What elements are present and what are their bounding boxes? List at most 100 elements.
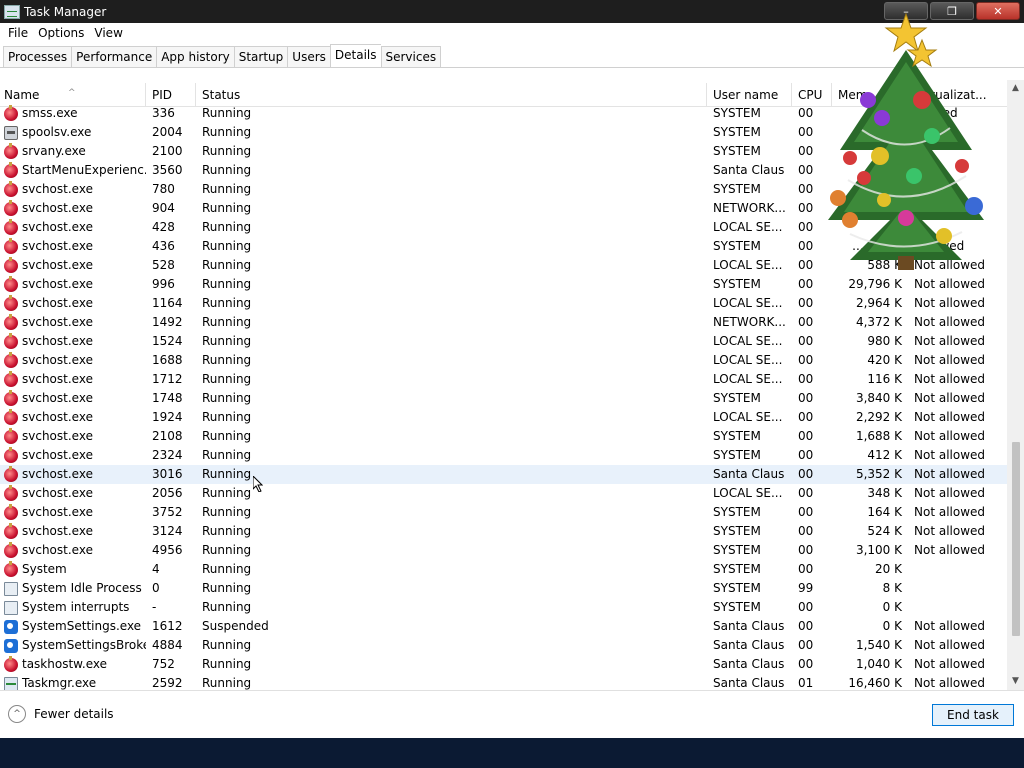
- cpu-cell: 00: [798, 410, 814, 424]
- process-name: System interrupts: [22, 600, 130, 614]
- memory-cell: 116 K: [867, 372, 902, 386]
- memory-cell: 16,460 K: [848, 676, 902, 690]
- status-cell: Running: [202, 543, 252, 557]
- scroll-thumb[interactable]: [1012, 442, 1020, 636]
- process-name: svchost.exe: [22, 372, 93, 386]
- app-icon: [4, 503, 18, 520]
- process-name-cell: svchost.exe: [0, 256, 146, 275]
- process-name: svchost.exe: [22, 220, 93, 234]
- tab-app-history[interactable]: App history: [156, 46, 234, 68]
- menu-file[interactable]: File: [3, 23, 33, 43]
- user-name-cell: Santa Claus: [713, 163, 785, 177]
- memory-cell: 8 K: [882, 581, 902, 595]
- tab-performance[interactable]: Performance: [71, 46, 157, 68]
- status-cell: Running: [202, 638, 252, 652]
- app-icon: [4, 180, 18, 197]
- process-name: svchost.exe: [22, 353, 93, 367]
- menu-options[interactable]: Options: [33, 23, 89, 43]
- cpu-cell: 00: [798, 486, 814, 500]
- table-row[interactable]: svchost.exe 1492 Running NETWORK... 00 4,372 …: [0, 313, 1007, 332]
- app-icon: [4, 522, 18, 539]
- scroll-up-icon[interactable]: ▲: [1010, 83, 1021, 94]
- tab-processes[interactable]: Processes: [3, 46, 72, 68]
- table-row[interactable]: svchost.exe 1924 Running LOCAL SE... 00 2,292…: [0, 408, 1007, 427]
- menu-view[interactable]: View: [89, 23, 127, 43]
- uac-virtualization-cell: Not allowed: [914, 391, 986, 405]
- user-name-cell: Santa Claus: [713, 657, 785, 671]
- app-icon: [4, 446, 18, 463]
- pid-cell: 3016: [152, 467, 183, 481]
- system-icon: [4, 600, 18, 615]
- table-row[interactable]: svchost.exe 1688 Running LOCAL SE... 00 420 K…: [0, 351, 1007, 370]
- cpu-cell: 00: [798, 391, 814, 405]
- table-row[interactable]: System 4 Running SYSTEM 00 20 K: [0, 560, 1007, 579]
- tab-users[interactable]: Users: [287, 46, 330, 68]
- table-row[interactable]: Taskmgr.exe 2592 Running Santa Claus 01 16,46…: [0, 674, 1007, 690]
- table-row[interactable]: svchost.exe 996 Running SYSTEM 00 29,796 K Not…: [0, 275, 1007, 294]
- task-manager-icon: [4, 4, 20, 19]
- uac-virtualization-cell: Not allowed: [914, 505, 986, 519]
- app-icon: [4, 370, 18, 387]
- table-row[interactable]: svchost.exe 1164 Running LOCAL SE... 00 2,964…: [0, 294, 1007, 313]
- fewer-details-link[interactable]: ^ Fewer details: [8, 705, 114, 723]
- app-icon: [4, 389, 18, 406]
- table-row[interactable]: svchost.exe 1748 Running SYSTEM 00 3,840 K Not…: [0, 389, 1007, 408]
- pid-cell: 2056: [152, 486, 183, 500]
- uac-virtualization-cell: Not allowed: [914, 353, 986, 367]
- process-name-cell: svchost.exe: [0, 237, 146, 256]
- cpu-cell: 00: [798, 562, 814, 576]
- status-cell: Running: [202, 258, 252, 272]
- process-name: svchost.exe: [22, 334, 93, 348]
- mouse-cursor-icon: [253, 476, 263, 492]
- app-icon: [4, 332, 18, 349]
- process-name: svchost.exe: [22, 391, 93, 405]
- process-name-cell: svchost.exe: [0, 541, 146, 560]
- tab-startup[interactable]: Startup: [233, 46, 288, 68]
- table-row[interactable]: svchost.exe 2108 Running SYSTEM 00 1,688 K Not…: [0, 427, 1007, 446]
- tab-details[interactable]: Details: [329, 44, 381, 68]
- table-row[interactable]: svchost.exe 2056 Running LOCAL SE... 00 348 K…: [0, 484, 1007, 503]
- cpu-cell: 00: [798, 543, 814, 557]
- process-name: svchost.exe: [22, 239, 93, 253]
- table-row[interactable]: SystemSettings.exe 1612 Suspended Santa Cla…: [0, 617, 1007, 636]
- app-icon: [4, 104, 18, 121]
- end-task-button[interactable]: End task: [932, 704, 1014, 726]
- memory-cell: 1,688 K: [855, 429, 902, 443]
- table-row[interactable]: SystemSettingsBroke... 4884 Running Santa C…: [0, 636, 1007, 655]
- process-name-cell: taskhostw.exe: [0, 655, 146, 674]
- app-icon: [4, 313, 18, 330]
- scroll-down-icon[interactable]: ▼: [1010, 676, 1021, 687]
- process-name-cell: svchost.exe: [0, 465, 146, 484]
- user-name-cell: Santa Claus: [713, 467, 785, 481]
- tab-services[interactable]: Services: [380, 46, 442, 68]
- app-icon: [4, 655, 18, 672]
- status-cell: Running: [202, 277, 252, 291]
- table-row[interactable]: svchost.exe 3124 Running SYSTEM 00 524 K Not a…: [0, 522, 1007, 541]
- table-row[interactable]: svchost.exe 2324 Running SYSTEM 00 412 K Not a…: [0, 446, 1007, 465]
- process-name-cell: svchost.exe: [0, 351, 146, 370]
- cpu-cell: 00: [798, 524, 814, 538]
- pid-cell: 2324: [152, 448, 183, 462]
- uac-virtualization-cell: Not allowed: [914, 543, 986, 557]
- table-row[interactable]: System Idle Process 0 Running SYSTEM 99 8 K: [0, 579, 1007, 598]
- table-row[interactable]: svchost.exe 4956 Running SYSTEM 00 3,100 K Not…: [0, 541, 1007, 560]
- memory-cell: 4,372 K: [855, 315, 902, 329]
- status-cell: Running: [202, 448, 252, 462]
- status-cell: Running: [202, 581, 252, 595]
- pid-cell: 752: [152, 657, 175, 671]
- pid-cell: 1164: [152, 296, 183, 310]
- vertical-scrollbar[interactable]: ▲ ▼: [1007, 80, 1024, 690]
- table-row[interactable]: svchost.exe 1712 Running LOCAL SE... 00 116 K…: [0, 370, 1007, 389]
- table-row[interactable]: System interrupts - Running SYSTEM 00 0 K: [0, 598, 1007, 617]
- process-name-cell: svchost.exe: [0, 522, 146, 541]
- process-name: svchost.exe: [22, 505, 93, 519]
- pid-cell: 3752: [152, 505, 183, 519]
- table-row[interactable]: svchost.exe 3752 Running SYSTEM 00 164 K Not a…: [0, 503, 1007, 522]
- table-row[interactable]: taskhostw.exe 752 Running Santa Claus 00 1,04…: [0, 655, 1007, 674]
- table-row[interactable]: svchost.exe 3016 Running Santa Claus 00 5,352…: [0, 465, 1007, 484]
- app-icon: [4, 142, 18, 159]
- process-name-cell: svchost.exe: [0, 332, 146, 351]
- table-row[interactable]: svchost.exe 1524 Running LOCAL SE... 00 980 K…: [0, 332, 1007, 351]
- cpu-cell: 01: [798, 676, 814, 690]
- user-name-cell: Santa Claus: [713, 619, 785, 633]
